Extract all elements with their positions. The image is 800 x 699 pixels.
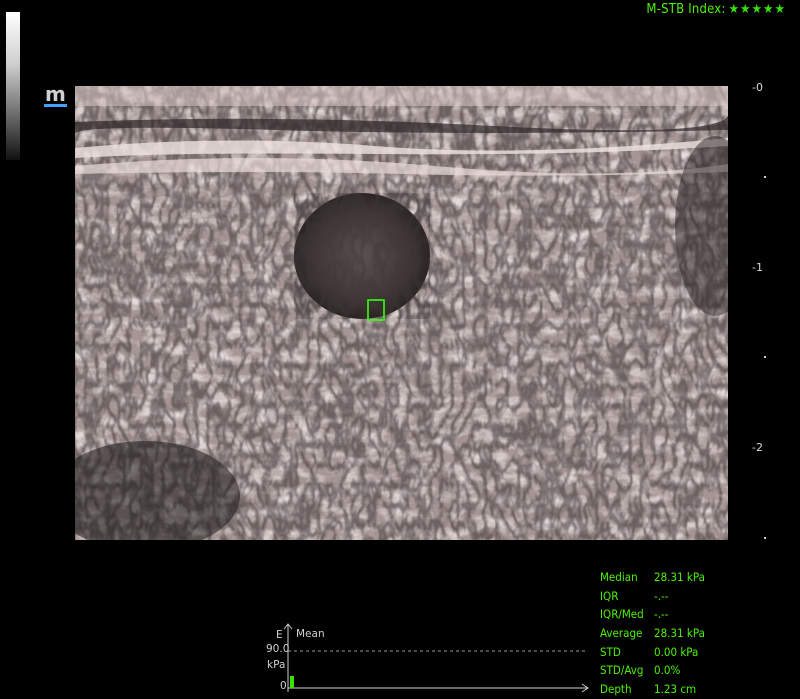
median-label: Median [600,570,638,585]
ultrasound-texture [75,86,728,540]
measurement-readout: Median 28.31 kPa IQR -.-- IQR/Med -.-- A… [600,568,705,698]
depth-tick-2: -2 [752,441,763,454]
readout-row-std-avg: STD/Avg 0.0% [600,661,705,680]
depth-label: Depth [600,681,632,696]
iqr-med-value: -.-- [654,607,669,622]
readout-row-average: Average 28.31 kPa [600,624,705,643]
depth-minor-tick [764,176,766,178]
trend-bar [290,676,294,688]
iqr-med-label: IQR/Med [600,607,644,622]
readout-row-iqr: IQR -.-- [600,587,705,606]
logo-mark: m [44,82,67,107]
readout-row-std: STD 0.00 kPa [600,642,705,661]
depth-tick-0: -0 [752,81,763,94]
average-value: 28.31 kPa [654,626,705,641]
trend-unit: kPa [267,659,286,671]
average-label: Average [600,626,643,641]
std-value: 0.00 kPa [654,644,699,659]
readout-row-iqr-med: IQR/Med -.-- [600,605,705,624]
std-label: STD [600,644,621,659]
stb-stars: ★★★★★ [728,2,786,17]
trend-mean-label: Mean [296,628,325,640]
trend-axis-e-label: E [276,629,283,641]
depth-minor-tick [764,356,766,358]
iqr-label: IQR [600,588,619,603]
std-avg-label: STD/Avg [600,663,644,678]
trend-max-value: 90.0 [266,643,290,655]
stb-index-label: M-STB Index: [646,2,726,17]
readout-row-median: Median 28.31 kPa [600,568,705,587]
ultrasound-image[interactable] [75,86,728,540]
median-value: 28.31 kPa [654,570,705,585]
readout-row-depth: Depth 1.23 cm [600,680,705,699]
grayscale-bar [6,12,20,160]
trend-zero: 0 [280,680,287,692]
elasticity-trend-graph: E Mean 90.0 kPa 0 [262,622,592,696]
std-avg-value: 0.0% [654,663,681,678]
depth-scale: -0 -1 -2 [752,82,792,552]
iqr-value: -.-- [654,588,669,603]
depth-value: 1.23 cm [654,681,697,696]
depth-tick-1: -1 [752,261,763,274]
stb-index: M-STB Index: ★★★★★ [646,2,786,17]
depth-minor-tick [764,537,766,539]
